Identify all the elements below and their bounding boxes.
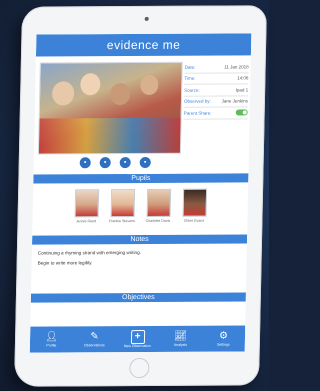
edit-icon: ✎ (90, 331, 99, 343)
info-label: Observed by: (183, 98, 211, 105)
info-row-date: Date: 11 Jan 2018 (184, 61, 249, 74)
person-icon: 👤︎ (45, 331, 59, 343)
note-text: Begin to write more legibly. (37, 260, 93, 266)
nav-label: Observations (84, 343, 105, 348)
info-label: Time: (184, 75, 196, 81)
info-value: Ipad 1 (235, 87, 249, 93)
thumbnail-dot[interactable]: ▪ (139, 156, 151, 168)
observation-photo[interactable] (37, 61, 183, 155)
info-value: 11 Jan 2018 (224, 64, 249, 70)
child-face (109, 83, 131, 106)
pupil-card[interactable]: Jennie Reed (72, 189, 101, 231)
info-value: 14:06 (237, 75, 249, 81)
tablet-frame: evidence me Date: 11 Jan 2018 Time: 14:0… (14, 5, 267, 387)
nav-observations[interactable]: ✎ Observations (76, 331, 112, 347)
nav-settings[interactable]: ⚙ Settings (205, 330, 241, 347)
note-text: Continuing a rhyming strand with emergin… (37, 250, 142, 256)
nav-new-observation[interactable]: + New Observation (119, 330, 155, 348)
objectives-section-header: Objectives (30, 292, 246, 303)
info-row-source: Source: Ipad 1 (184, 84, 249, 97)
info-value: Jane Jenkins (221, 98, 249, 104)
info-label: Parent Share: (183, 110, 212, 116)
pupil-avatar (182, 188, 207, 217)
info-row-time: Time: 14:06 (184, 72, 249, 85)
parent-share-toggle[interactable] (235, 109, 248, 116)
nav-label: New Observation (123, 343, 151, 349)
pupils-list: Jennie Reed Frankie Stevens Charlotte Da… (32, 182, 248, 235)
pupil-avatar (74, 189, 99, 218)
thumbnail-dot[interactable]: ▪ (119, 157, 131, 169)
nav-label: Profile (46, 343, 57, 348)
pupil-avatar (110, 189, 135, 218)
app-title: evidence me (35, 33, 252, 57)
plus-icon: + (130, 330, 145, 345)
nav-analysis[interactable]: 📈︎ Analysis (162, 331, 198, 347)
thumbnail-dot[interactable]: ▪ (79, 157, 91, 169)
observation-top: Date: 11 Jan 2018 Time: 14:06 Source: Ip… (33, 55, 250, 174)
pupil-card[interactable]: Chloe Evans (180, 188, 209, 231)
pupil-name: Frankie Stevens (108, 219, 136, 224)
app-screen: evidence me Date: 11 Jan 2018 Time: 14:0… (29, 33, 252, 353)
camera-icon (144, 16, 149, 21)
nav-label: Settings (216, 342, 230, 347)
table-toys (38, 117, 181, 154)
info-row-observed-by: Observed by: Jane Jenkins (183, 95, 249, 108)
nav-label: Analysis (173, 342, 187, 347)
thumbnail-dot[interactable]: ▪ (99, 157, 111, 169)
home-button[interactable] (129, 357, 150, 379)
notes-content[interactable]: Continuing a rhyming strand with emergin… (31, 243, 247, 285)
pupil-card[interactable]: Charlotte Davis (144, 188, 173, 231)
nav-profile[interactable]: 👤︎ Profile (33, 331, 69, 347)
info-label: Source: (184, 87, 200, 93)
gear-icon: ⚙ (218, 330, 229, 342)
bottom-nav: 👤︎ Profile ✎ Observations + New Observat… (29, 325, 246, 353)
info-label: Date: (184, 64, 196, 70)
pupil-avatar (146, 188, 171, 217)
pupil-name: Jennie Reed (75, 219, 97, 224)
observation-details: Date: 11 Jan 2018 Time: 14:06 Source: Ip… (183, 61, 249, 120)
photo-thumbnails: ▪ ▪ ▪ ▪ (79, 156, 151, 169)
child-face (80, 73, 101, 96)
chart-icon: 📈︎ (174, 330, 188, 342)
pupil-card[interactable]: Frankie Stevens (108, 189, 137, 231)
pupil-name: Charlotte Davis (145, 218, 171, 223)
info-row-parent-share: Parent Share: (183, 107, 248, 120)
pupil-name: Chloe Evans (183, 218, 205, 223)
child-face (140, 74, 159, 95)
child-face (51, 81, 75, 106)
